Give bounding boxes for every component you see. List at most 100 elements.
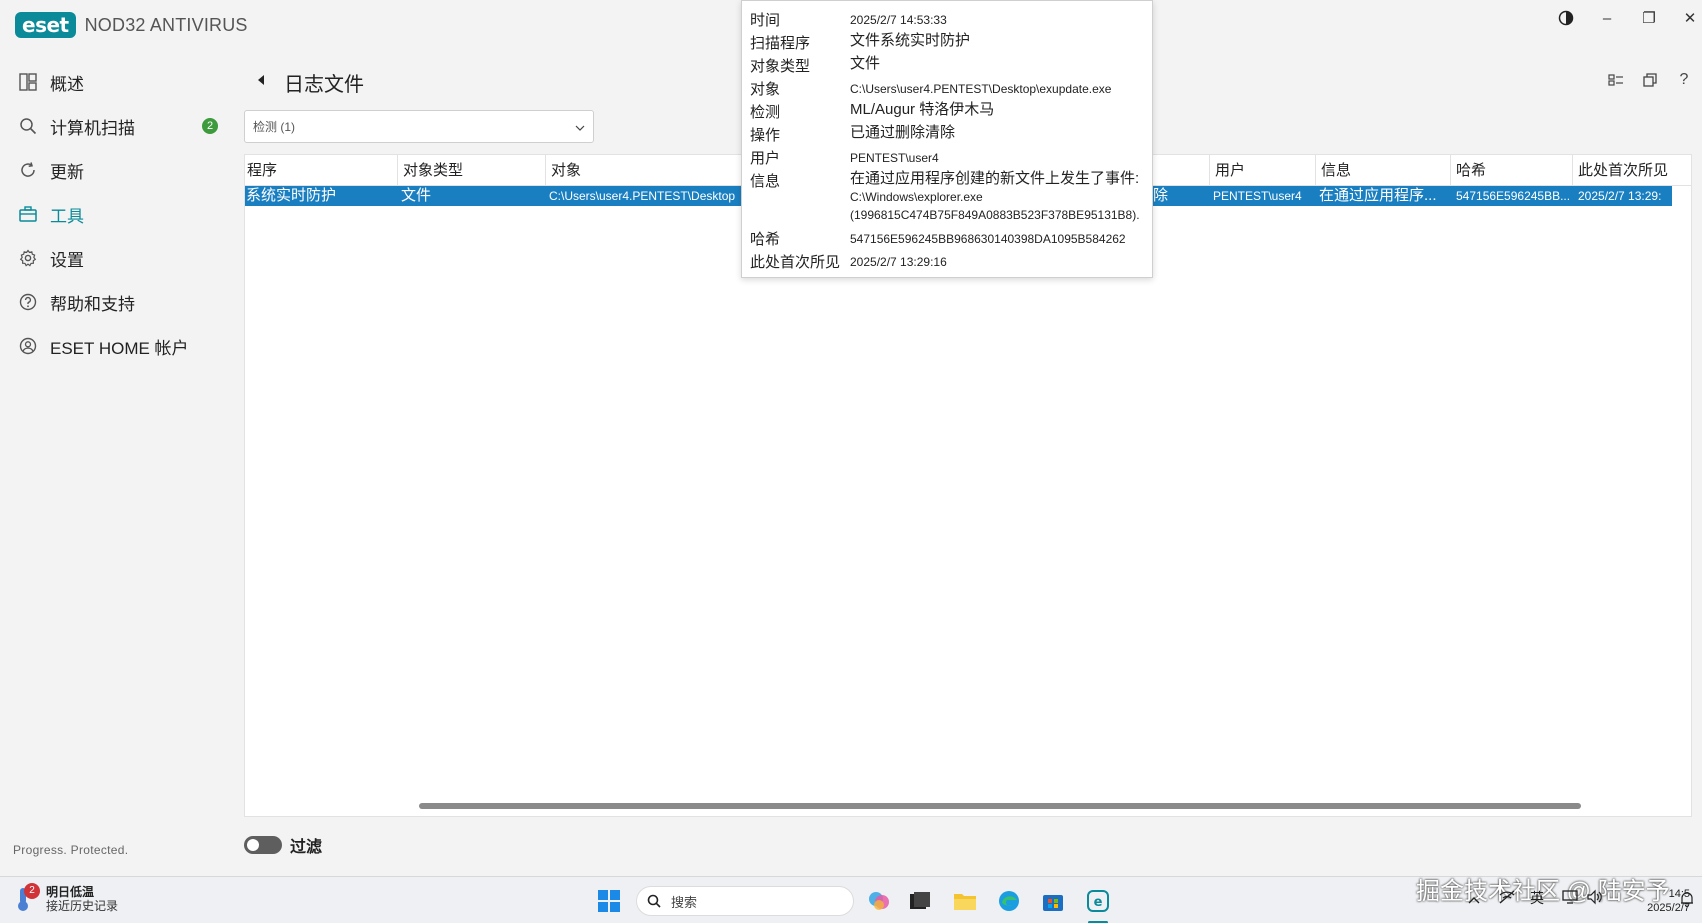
sidebar-item-overview[interactable]: 概述: [0, 60, 230, 104]
cell-action: 除: [1153, 187, 1169, 204]
weather-text: 明日低温 接近历史记录: [46, 885, 118, 913]
file-explorer-button[interactable]: [949, 885, 981, 917]
tooltip-action-row: 操作 已通过删除清除: [750, 124, 1145, 145]
tooltip-object-value: C:\Users\user4.PENTEST\Desktop\exupdate.…: [850, 82, 1112, 96]
ime-indicator[interactable]: 英: [1530, 888, 1544, 908]
tooltip-info-text: 在通过应用程序创建的新文件上发生了事件:: [850, 170, 1140, 187]
network-off-icon[interactable]: [1498, 889, 1516, 908]
account-icon: [18, 336, 38, 356]
sidebar-item-label: ESET HOME 帐户: [50, 338, 189, 358]
tooltip-info-value: 在通过应用程序创建的新文件上发生了事件: C:\Windows\explorer…: [850, 170, 1145, 224]
weather-widget[interactable]: 2 明日低温 接近历史记录: [12, 883, 118, 913]
sidebar-item-label: 设置: [50, 250, 84, 270]
system-clock[interactable]: 14:5 2025/2/7: [1610, 887, 1690, 915]
edge-browser-button[interactable]: [993, 885, 1025, 917]
eset-window: eset NOD32 ANTIVIRUS – ❐ ✕ 概述 计算机扫描 2 更新: [0, 0, 1702, 876]
cell-program: 系统实时防护: [246, 187, 337, 204]
tooltip-scanner-row: 扫描程序 文件系统实时防护: [750, 32, 1145, 53]
restore-icon[interactable]: [1640, 70, 1660, 90]
column-first-seen[interactable]: 此处首次所见: [1573, 155, 1691, 186]
thermometer-icon: 2: [12, 883, 40, 913]
gear-icon: [18, 248, 38, 268]
column-object-type[interactable]: 对象类型: [398, 155, 546, 186]
tooltip-time-value: 2025/2/7 14:53:33: [850, 13, 947, 27]
eset-taskbar-button[interactable]: e: [1082, 885, 1114, 917]
notification-bell-icon[interactable]: [1680, 891, 1694, 910]
tooltip-first-seen-value: 2025/2/7 13:29:16: [850, 255, 947, 269]
log-type-select[interactable]: 检测 (1): [244, 110, 594, 143]
taskbar-search[interactable]: 搜索: [636, 886, 854, 916]
detail-tooltip: 时间 2025/2/7 14:53:33 扫描程序 文件系统实时防护 对象类型 …: [741, 0, 1153, 278]
column-info[interactable]: 信息: [1316, 155, 1451, 186]
tooltip-hash-label: 哈希: [750, 231, 781, 248]
sidebar: 概述 计算机扫描 2 更新 工具 设置 帮助和支持 ESET HOME 帐户: [0, 60, 230, 368]
tooltip-user-row: 用户 PENTEST\user4: [750, 147, 1145, 168]
folder-icon: [954, 894, 976, 910]
weather-title: 明日低温: [46, 885, 95, 899]
tray-chevron-icon[interactable]: [1468, 891, 1480, 907]
sidebar-item-label: 概述: [50, 74, 84, 94]
tooltip-action-label: 操作: [750, 127, 781, 144]
copilot-app-button[interactable]: [863, 885, 895, 917]
back-arrow-icon: [258, 75, 264, 85]
tooltip-info-path: C:\Windows\explorer.exe (1996815C474B75F…: [850, 190, 1140, 222]
volume-icon[interactable]: [1586, 889, 1604, 908]
monitor-icon[interactable]: [1562, 889, 1578, 908]
column-hash[interactable]: 哈希: [1451, 155, 1573, 186]
taskbar: 2 明日低温 接近历史记录 搜索 e 掘金技术社区 @ 陆安予 英 14:5 2…: [0, 876, 1702, 923]
tooltip-time-row: 时间 2025/2/7 14:53:33: [750, 9, 1145, 30]
weather-subtitle: 接近历史记录: [46, 899, 119, 913]
store-button[interactable]: [1037, 885, 1069, 917]
sidebar-item-update[interactable]: 更新: [0, 148, 230, 192]
chevron-down-icon: [575, 120, 585, 134]
tooltip-action-value: 已通过删除清除: [850, 124, 956, 141]
sidebar-item-label: 计算机扫描: [50, 118, 135, 138]
back-button[interactable]: [254, 70, 268, 90]
clock-time: 14:5: [1668, 888, 1690, 900]
sidebar-item-tools[interactable]: 工具: [0, 192, 230, 236]
refresh-icon: [18, 160, 38, 180]
terminal-icon: [910, 892, 930, 909]
search-placeholder: 搜索: [671, 894, 698, 910]
sidebar-item-scan[interactable]: 计算机扫描 2: [0, 104, 230, 148]
horizontal-scrollbar[interactable]: [419, 803, 1581, 809]
help-button[interactable]: ?: [1674, 70, 1694, 90]
tagline: Progress. Protected.: [13, 843, 129, 857]
sidebar-item-account[interactable]: ESET HOME 帐户: [0, 324, 230, 368]
page-title: 日志文件: [284, 74, 364, 96]
start-button[interactable]: [593, 885, 625, 917]
clock-date: 2025/2/7: [1647, 902, 1690, 914]
help-icon: [18, 292, 38, 312]
tooltip-scanner-value: 文件系统实时防护: [850, 32, 971, 49]
column-program[interactable]: 程序: [245, 155, 398, 186]
tooltip-hash-row: 哈希 547156E596245BB968630140398DA1095B584…: [750, 228, 1145, 249]
sidebar-item-settings[interactable]: 设置: [0, 236, 230, 280]
maximize-button[interactable]: ❐: [1634, 8, 1664, 28]
terminal-app-button[interactable]: [904, 885, 936, 917]
tooltip-user-value: PENTEST\user4: [850, 151, 939, 165]
overview-icon: [18, 72, 38, 92]
tooltip-info-label: 信息: [750, 173, 781, 190]
cell-object-type: 文件: [401, 187, 432, 204]
close-button[interactable]: ✕: [1675, 8, 1702, 28]
eset-app-icon: e: [1087, 890, 1109, 912]
filter-toggle[interactable]: [244, 836, 282, 854]
sidebar-item-label: 更新: [50, 162, 84, 182]
toggle-knob: [247, 839, 259, 851]
toolbox-icon: [18, 204, 38, 224]
contrast-icon[interactable]: [1551, 8, 1581, 28]
tooltip-info-row: 信息 在通过应用程序创建的新文件上发生了事件: C:\Windows\explo…: [750, 170, 1145, 224]
tooltip-time-label: 时间: [750, 12, 781, 29]
column-user[interactable]: 用户: [1210, 155, 1316, 186]
view-toggle-icon[interactable]: [1606, 70, 1626, 90]
cell-first-seen: 2025/2/7 13:29:: [1578, 189, 1662, 203]
search-icon: [647, 894, 661, 908]
tooltip-objtype-row: 对象类型 文件: [750, 55, 1145, 76]
weather-badge: 2: [24, 883, 40, 899]
sidebar-item-help[interactable]: 帮助和支持: [0, 280, 230, 324]
windows-logo-icon: [598, 890, 620, 912]
cell-user: PENTEST\user4: [1213, 189, 1302, 203]
minimize-button[interactable]: –: [1592, 8, 1622, 28]
scan-count-badge: 2: [202, 118, 218, 134]
cell-info: 在通过应用程序...: [1319, 187, 1437, 204]
